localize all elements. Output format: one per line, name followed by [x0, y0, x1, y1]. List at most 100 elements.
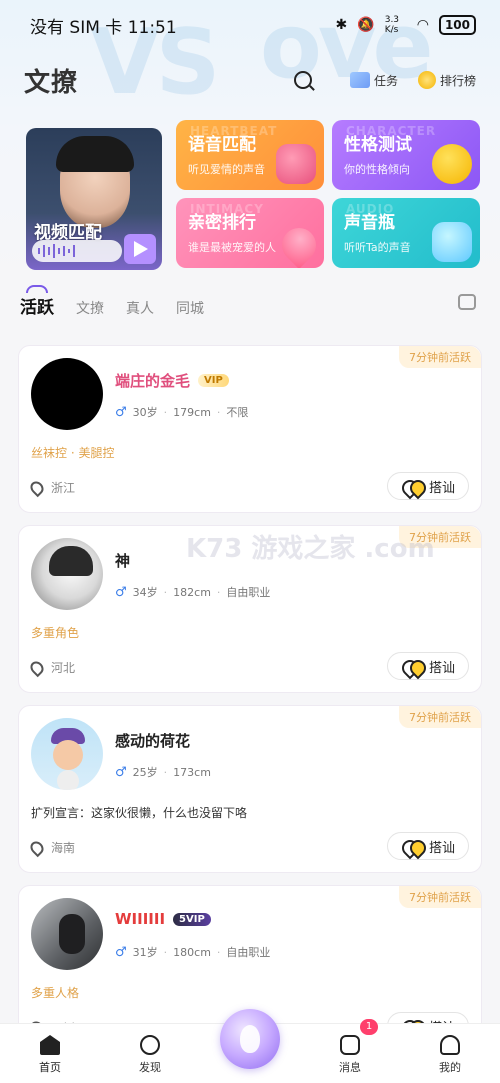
separator-dot: · [216, 945, 221, 959]
greet-button[interactable]: 搭讪 [387, 472, 469, 500]
audio-wave-icon [32, 240, 122, 262]
user-age: 31岁 [132, 946, 158, 959]
app-logo: 文撩 [24, 67, 79, 98]
nav-me-label: 我的 [439, 1061, 461, 1074]
separator-dot: · [216, 585, 221, 599]
greet-label: 搭讪 [428, 660, 455, 676]
avatar[interactable] [31, 538, 103, 610]
separator-dot: · [216, 405, 221, 419]
voice-bottle-card[interactable]: AUDIO 声音瓶 听听Ta的声音 [332, 198, 480, 268]
location-pin-icon [27, 838, 47, 857]
active-time-tag: 7分钟前活跃 [399, 706, 481, 728]
carrier-text: 没有 SIM 卡 [30, 17, 123, 38]
user-meta: ♂ 31岁 · 180cm · 自由职业 [115, 944, 270, 960]
user-extra: 自由职业 [226, 946, 271, 959]
user-height: 180cm [173, 945, 211, 959]
voice-match-card[interactable]: HEARTBEAT 语音匹配 听见爱情的声音 [176, 120, 324, 190]
task-label: 任务 [373, 73, 398, 88]
avatar[interactable] [31, 718, 103, 790]
user-meta: ♂ 34岁 · 182cm · 自由职业 [115, 584, 270, 600]
user-location: 海南 [27, 838, 76, 857]
nav-discover-label: 发现 [139, 1061, 161, 1074]
avatar[interactable] [31, 358, 103, 430]
tab-wenliao[interactable]: 文撩 [76, 298, 104, 318]
task-button[interactable]: 任务 [349, 72, 398, 89]
greet-label: 搭讪 [428, 480, 455, 496]
home-icon [40, 1035, 60, 1055]
clock: 11:51 [127, 17, 177, 38]
user-name-text: 端庄的金毛 [115, 372, 191, 390]
user-name: 神 [115, 550, 130, 571]
separator-dot: · [163, 765, 168, 779]
video-match-card[interactable]: 视频匹配 [26, 128, 162, 270]
personality-test-card[interactable]: CHARACTER 性格测试 你的性格倾向 [332, 120, 480, 190]
greet-button[interactable]: 搭讪 [387, 832, 469, 860]
app-header: 文撩 任务 排行榜 [0, 58, 500, 102]
voice-bottle-bg-word: AUDIO [346, 202, 395, 216]
male-icon: ♂ [115, 584, 127, 600]
separator-dot: · [163, 945, 168, 959]
hearts-icon [401, 838, 423, 854]
user-card[interactable]: 7分钟前活跃 感动的荷花 ♂ 25岁 · 173cm 扩列宣言：这家伙很懒，什么… [18, 705, 482, 873]
user-age: 25岁 [132, 766, 158, 779]
user-meta: ♂ 25岁 · 173cm [115, 764, 211, 780]
intimacy-rank-card[interactable]: INTIMACY 亲密排行 谁是最被宠爱的人 [176, 198, 324, 268]
user-meta: ♂ 30岁 · 179cm · 不限 [115, 404, 248, 420]
user-height: 182cm [173, 585, 211, 599]
center-action-button[interactable] [220, 1009, 280, 1069]
feature-banner: 视频匹配 HEARTBEAT 语音匹配 听见爱情的声音 CHARACTER 性格… [24, 120, 484, 270]
chat-bubble-icon[interactable] [458, 294, 476, 310]
user-tagline: 多重人格 [31, 986, 80, 1000]
tab-real-person[interactable]: 真人 [126, 298, 154, 318]
user-name: 感动的荷花 [115, 730, 190, 751]
location-pin-icon [27, 478, 47, 497]
user-feed: 7分钟前活跃 端庄的金毛 VIP ♂ 30岁 · 179cm · 不限 丝袜控 … [18, 345, 482, 1065]
greet-label: 搭讪 [428, 840, 455, 856]
greet-button[interactable]: 搭讪 [387, 652, 469, 680]
user-name: WIIIIII 5VIP [115, 910, 211, 928]
video-match-hair [56, 136, 134, 172]
status-bar: 没有 SIM 卡 11:51 ✱ 🔕 3.3 K/s ◠ 100 [0, 0, 500, 50]
search-icon[interactable] [293, 71, 312, 89]
nav-home[interactable]: 首页 [0, 1035, 100, 1075]
nav-me[interactable]: 我的 [400, 1035, 500, 1075]
user-height: 173cm [173, 765, 211, 779]
voice-match-bg-word: HEARTBEAT [190, 124, 278, 138]
bottle-icon [432, 222, 472, 262]
location-text: 海南 [51, 841, 76, 855]
battery-indicator: 100 [438, 15, 476, 35]
user-location: 河北 [27, 658, 75, 677]
user-age: 30岁 [132, 406, 158, 419]
avatar[interactable] [31, 898, 103, 970]
leaderboard-button[interactable]: 排行榜 [417, 71, 476, 89]
message-count-badge: 1 [360, 1019, 378, 1035]
active-time-tag: 7分钟前活跃 [399, 886, 481, 908]
play-icon [124, 234, 156, 264]
medal-icon [417, 71, 436, 89]
separator-dot: · [163, 585, 168, 599]
active-time-tag: 7分钟前活跃 [399, 346, 481, 368]
user-extra: 自由职业 [226, 586, 271, 599]
nav-discover[interactable]: 发现 [100, 1035, 200, 1075]
intimacy-bg-word: INTIMACY [190, 202, 264, 216]
profile-icon [440, 1035, 460, 1055]
compass-icon [140, 1035, 160, 1055]
user-card[interactable]: 7分钟前活跃 端庄的金毛 VIP ♂ 30岁 · 179cm · 不限 丝袜控 … [18, 345, 482, 513]
vip-badge: 5VIP [173, 912, 211, 926]
user-tagline: 丝袜控 · 美腿控 [31, 446, 115, 460]
nav-messages[interactable]: 1 消息 [300, 1019, 400, 1075]
nav-messages-label: 消息 [339, 1061, 361, 1074]
tab-active[interactable]: 活跃 [20, 285, 54, 318]
user-height: 179cm [173, 405, 211, 419]
emoji-icon [432, 144, 472, 184]
watermark: K73 游戏之家 .com [186, 534, 435, 564]
leaderboard-label: 排行榜 [439, 73, 476, 88]
male-icon: ♂ [115, 404, 127, 420]
microphone-icon [276, 144, 316, 184]
tab-same-city[interactable]: 同城 [176, 298, 204, 318]
location-pin-icon [27, 658, 47, 677]
personality-bg-word: CHARACTER [346, 124, 437, 138]
user-age: 34岁 [132, 586, 158, 599]
bluetooth-icon: ✱ [335, 17, 348, 33]
male-icon: ♂ [115, 944, 127, 960]
